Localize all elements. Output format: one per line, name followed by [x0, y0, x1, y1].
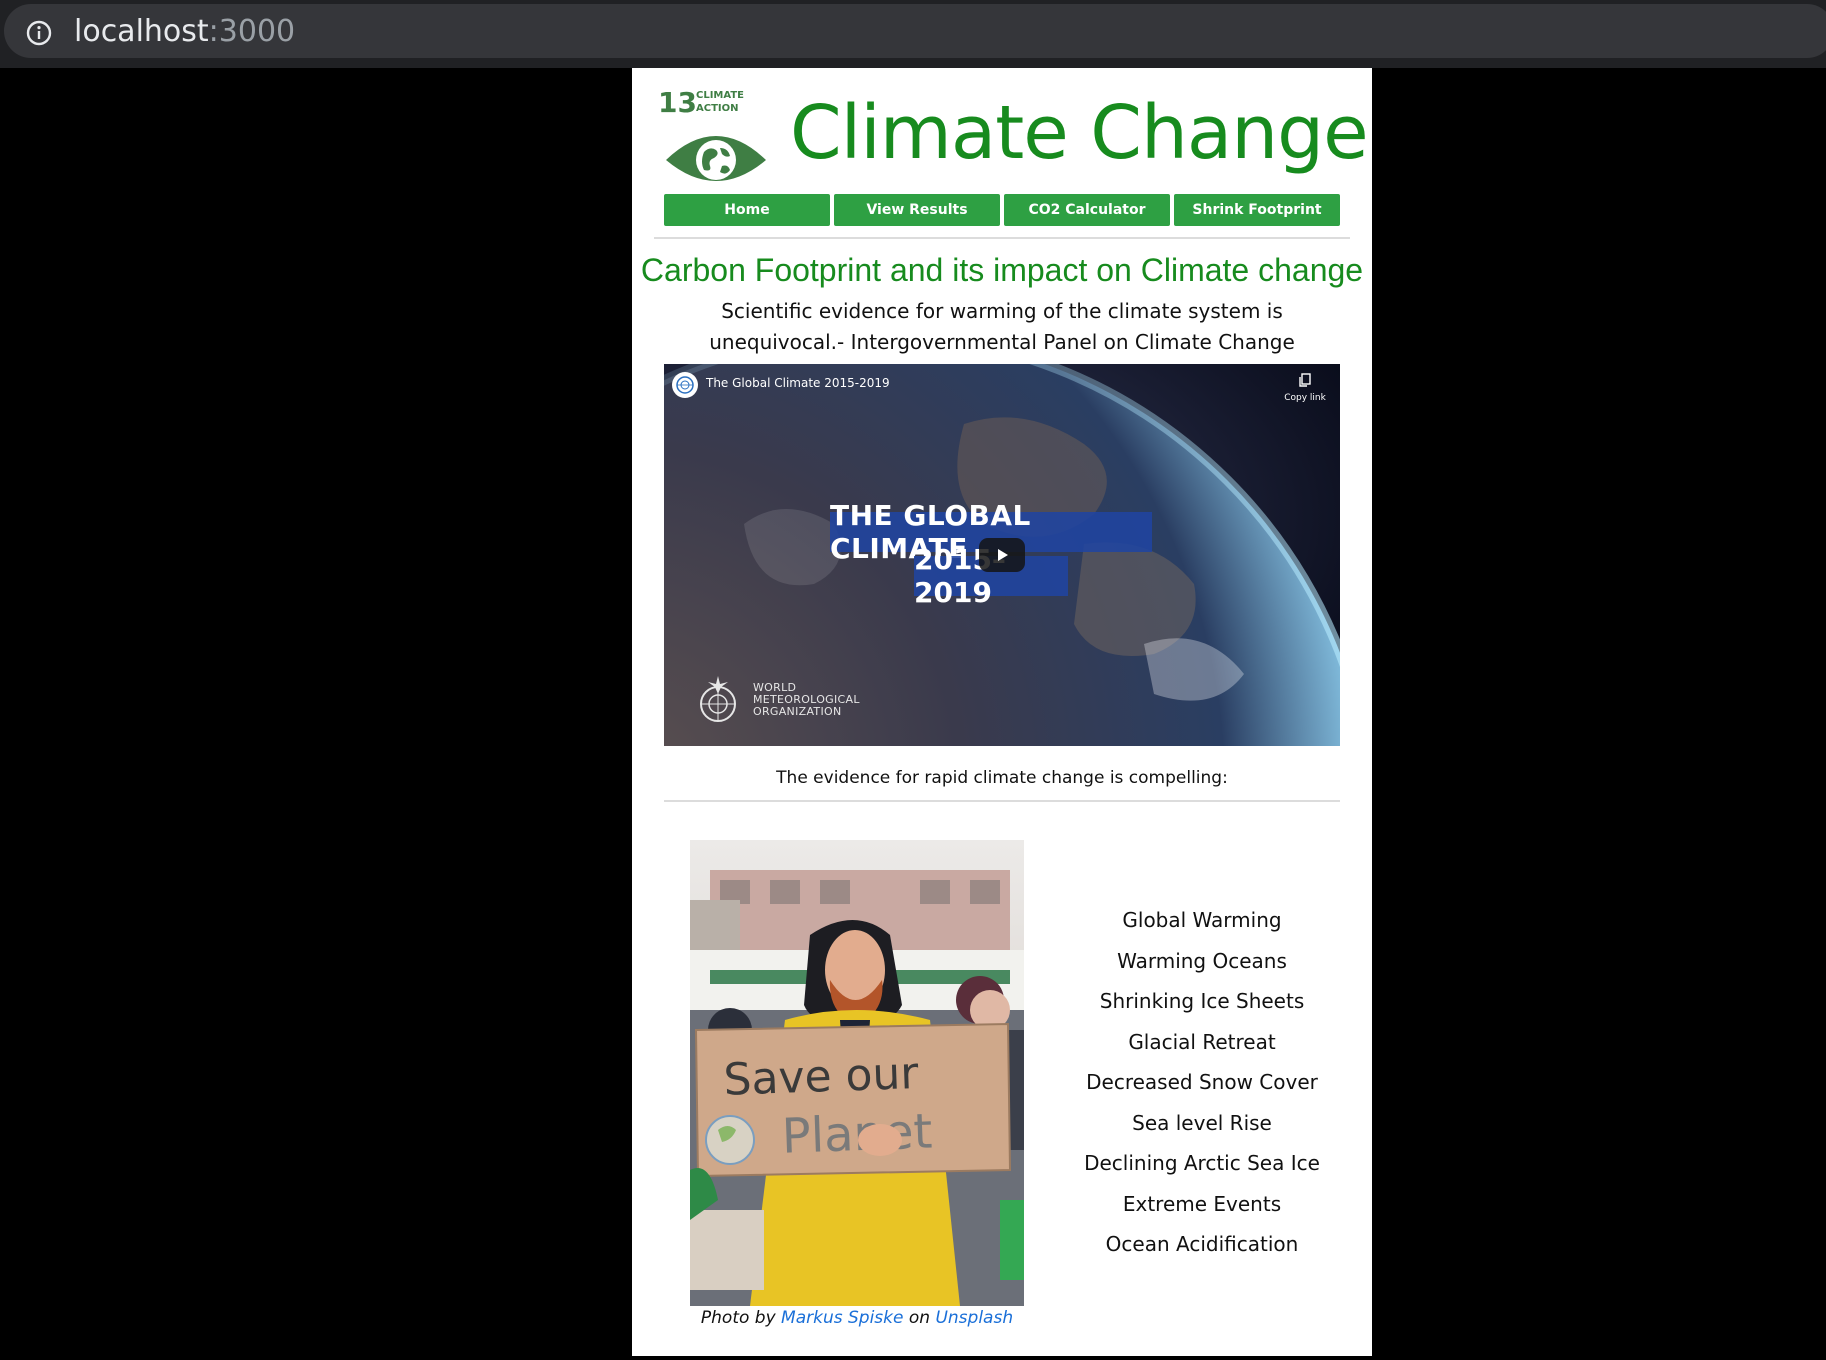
svg-text:CLIMATE: CLIMATE [696, 90, 744, 101]
photo-caption: Photo by Markus Spiske on Unsplash [690, 1308, 1024, 1328]
nav-shrink-footprint-button[interactable]: Shrink Footprint [1174, 194, 1340, 226]
svg-text:ACTION: ACTION [696, 103, 739, 114]
wmo-emblem-icon [700, 676, 736, 722]
nav-co2-calculator-button[interactable]: CO2 Calculator [1004, 194, 1170, 226]
ipcc-quote: Scientific evidence for warming of the c… [709, 299, 1295, 354]
caption-prefix: Photo by [700, 1308, 776, 1328]
photo-illustration: Save our Planet [690, 840, 1024, 1306]
sdg-climate-action-logo: 13 CLIMATE ACTION [658, 86, 766, 181]
site-title: Climate Change [790, 90, 1369, 176]
divider [664, 800, 1340, 802]
svg-text:13: 13 [658, 86, 697, 119]
evidence-item-warming-oceans: Warming Oceans [1117, 948, 1287, 973]
evidence-item-decreased-snow-cover: Decreased Snow Cover [1086, 1070, 1318, 1094]
video-title[interactable]: The Global Climate 2015-2019 [706, 376, 890, 390]
evidence-list: Global Warming Warming Oceans Shrinking … [1050, 900, 1354, 1265]
copy-icon [1299, 373, 1311, 387]
photographer-link[interactable]: Markus Spiske [781, 1308, 903, 1328]
evidence-item-extreme-events: Extreme Events [1122, 1191, 1282, 1216]
evidence-item-shrinking-ice-sheets: Shrinking Ice Sheets [1099, 989, 1305, 1013]
evidence-item-declining-arctic-sea-ice: Declining Arctic Sea Ice [1084, 1151, 1320, 1175]
url-text[interactable]: localhost:3000 [74, 14, 295, 49]
wmo-org-text: WORLD METEOROLOGICAL ORGANIZATION [753, 681, 860, 718]
play-button[interactable] [979, 538, 1025, 572]
nav-view-results-button[interactable]: View Results [834, 194, 1000, 226]
url-host: localhost [74, 14, 209, 49]
channel-avatar[interactable] [672, 372, 698, 398]
copy-link-button[interactable]: Copy link [1278, 372, 1332, 403]
evidence-item-sea-level-rise: Sea level Rise [1132, 1110, 1272, 1135]
svg-text:Planet: Planet [781, 1103, 933, 1164]
evidence-item-global-warming: Global Warming [1122, 908, 1282, 932]
browser-toolbar: localhost:3000 [0, 0, 1826, 68]
url-port: :3000 [208, 14, 296, 49]
evidence-item-ocean-acidification: Ocean Acidification [1105, 1232, 1299, 1256]
play-icon [998, 549, 1008, 561]
un-emblem-icon [676, 376, 694, 394]
address-bar[interactable]: localhost:3000 [4, 4, 1826, 58]
divider [654, 237, 1350, 239]
protest-photo: Save our Planet [690, 840, 1024, 1306]
video-player[interactable]: The Global Climate 2015-2019 Copy link T… [664, 364, 1340, 746]
page-headline: Carbon Footprint and its impact on Clima… [640, 252, 1364, 288]
nav-home-button[interactable]: Home [664, 194, 830, 226]
evidence-intro: The evidence for rapid climate change is… [776, 768, 1228, 788]
svg-text:Save our: Save our [723, 1048, 920, 1106]
evidence-item-glacial-retreat: Glacial Retreat [1128, 1029, 1276, 1054]
main-nav: Home View Results CO2 Calculator Shrink … [664, 194, 1340, 226]
unsplash-link[interactable]: Unsplash [935, 1308, 1013, 1328]
page-container: 13 CLIMATE ACTION Climate Change Home Vi… [632, 68, 1372, 1356]
caption-mid: on [908, 1308, 931, 1328]
info-icon[interactable] [25, 19, 53, 47]
copy-link-label: Copy link [1284, 393, 1326, 403]
